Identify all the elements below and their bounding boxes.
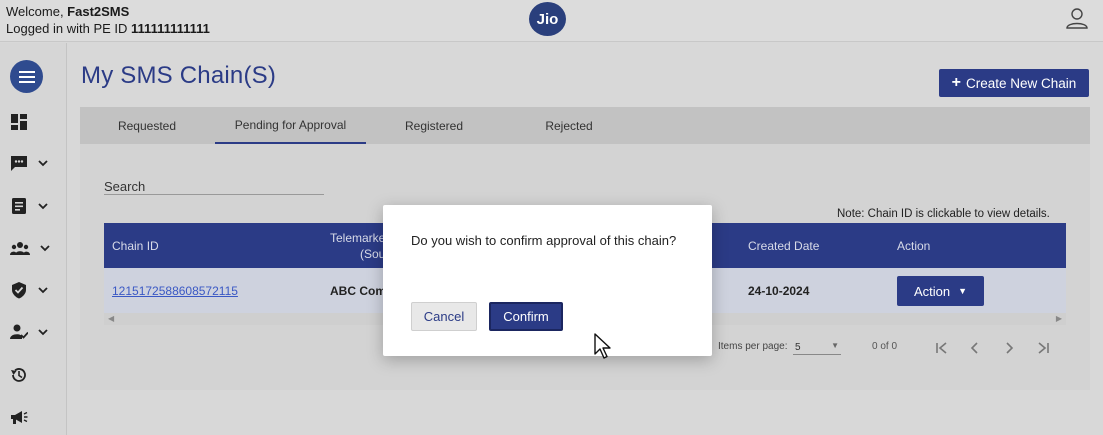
jio-logo: Jio [529, 2, 566, 36]
first-page-icon [936, 342, 947, 354]
column-header-action: Action [897, 238, 931, 253]
sidebar-item-users[interactable] [10, 320, 58, 344]
top-header: Welcome, Fast2SMS Logged in with PE ID 1… [0, 0, 1103, 42]
history-icon [11, 368, 26, 382]
chain-id-link-text[interactable]: 1215172588608572115 [112, 284, 238, 298]
menu-toggle-button[interactable] [10, 60, 43, 93]
status-tabs: Requested Pending for Approval Registere… [80, 107, 1090, 144]
sidebar-item-dashboard[interactable] [10, 110, 58, 134]
chevron-down-icon [38, 160, 48, 167]
items-per-page-select[interactable]: 5 ▼ [793, 339, 841, 355]
tab-requested[interactable]: Requested [80, 107, 214, 144]
chevron-left-icon [970, 342, 978, 354]
scroll-left-icon[interactable]: ◀ [108, 314, 114, 323]
tab-rejected[interactable]: Rejected [502, 107, 636, 144]
sidebar-item-security[interactable] [10, 278, 58, 302]
welcome-prefix: Welcome, [6, 4, 68, 19]
login-line: Logged in with PE ID 111111111111 [6, 20, 210, 37]
document-icon [12, 198, 26, 214]
column-header-chain-id[interactable]: Chain ID [112, 223, 159, 268]
confirm-dialog: Do you wish to confirm approval of this … [383, 205, 712, 356]
search-input-label[interactable]: Search [104, 179, 145, 194]
scroll-right-icon[interactable]: ▶ [1056, 314, 1062, 323]
last-page-button[interactable] [1033, 338, 1053, 358]
dashboard-icon [11, 114, 27, 130]
plus-icon: + [951, 74, 962, 91]
hamburger-icon [18, 70, 35, 83]
mouse-cursor-icon [594, 333, 611, 359]
chevron-right-icon [1006, 342, 1014, 354]
shield-check-icon [12, 282, 26, 299]
sidebar-item-campaigns[interactable] [10, 405, 58, 429]
confirm-dialog-message: Do you wish to confirm approval of this … [411, 233, 677, 248]
user-icon[interactable] [1065, 6, 1089, 30]
table-note: Note: Chain ID is clickable to view deta… [837, 208, 1050, 220]
first-page-button[interactable] [932, 338, 952, 358]
created-date-cell: 24-10-2024 [748, 283, 810, 298]
sidebar [0, 43, 67, 435]
telemarketer-cell: ABC Com [330, 283, 386, 298]
previous-page-button[interactable] [965, 338, 985, 358]
login-prefix: Logged in with PE ID [6, 21, 132, 36]
welcome-name: Fast2SMS [67, 4, 130, 19]
page-title: My SMS Chain(S) [81, 62, 277, 89]
cancel-button[interactable]: Cancel [411, 302, 477, 331]
chevron-down-icon [38, 287, 48, 294]
items-per-page-value: 5 [795, 342, 801, 353]
sidebar-item-groups[interactable] [10, 236, 58, 260]
chevron-down-icon [40, 245, 50, 252]
pe-id: 111111111111 [131, 21, 210, 36]
row-action-button[interactable]: Action ▼ [897, 276, 984, 306]
chat-icon [11, 156, 27, 171]
tab-pending-for-approval[interactable]: Pending for Approval [215, 107, 366, 144]
pager-range-label: 0 of 0 [872, 341, 898, 352]
tab-registered[interactable]: Registered [367, 107, 501, 144]
welcome-block: Welcome, Fast2SMS Logged in with PE ID 1… [6, 3, 210, 37]
megaphone-icon [11, 411, 28, 424]
dropdown-arrow-icon: ▼ [831, 341, 839, 350]
chevron-down-icon [38, 329, 48, 336]
confirm-button[interactable]: Confirm [489, 302, 563, 331]
user-check-icon [10, 324, 28, 339]
chain-id-link[interactable]: 1215172588608572115 [112, 268, 238, 313]
column-header-created-date[interactable]: Created Date [748, 223, 819, 268]
create-new-chain-label: Create New Chain [966, 75, 1077, 91]
items-per-page-label: Items per page: [718, 341, 788, 352]
next-page-button[interactable] [999, 338, 1019, 358]
last-page-icon [1038, 342, 1049, 354]
welcome-line: Welcome, Fast2SMS [6, 3, 210, 20]
chevron-down-icon [38, 203, 48, 210]
search-input[interactable] [104, 194, 324, 195]
sidebar-item-documents[interactable] [10, 194, 58, 218]
sidebar-item-history[interactable] [10, 363, 58, 387]
caret-down-icon: ▼ [958, 286, 968, 296]
row-action-label: Action [913, 283, 951, 299]
create-new-chain-button[interactable]: + Create New Chain [939, 69, 1089, 97]
group-icon [10, 242, 30, 255]
sidebar-item-messages[interactable] [10, 151, 58, 175]
